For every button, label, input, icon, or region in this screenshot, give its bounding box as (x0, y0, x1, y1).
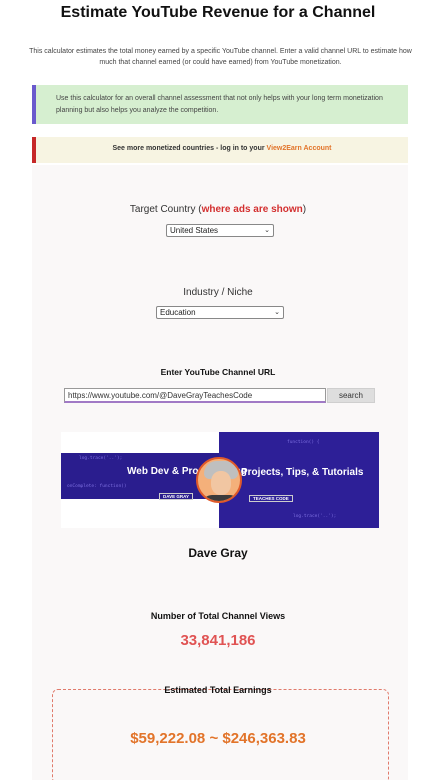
channel-name: Dave Gray (188, 546, 248, 560)
earnings-value: $59,222.08 ~ $246,363.83 (130, 730, 306, 747)
banner-left-tag: DAVE GRAY (159, 493, 194, 500)
chevron-down-icon: ⌄ (274, 309, 280, 316)
industry-niche-label: Industry / Niche (183, 287, 253, 298)
login-note: See more monetized countries - log in to… (32, 137, 408, 163)
tip-note: Use this calculator for an overall chann… (32, 85, 408, 124)
intro-text: This calculator estimates the total mone… (29, 48, 412, 66)
page-title: Estimate YouTube Revenue for a Channel (60, 4, 376, 21)
niche-select[interactable]: Education ⌄ (156, 306, 284, 319)
target-country-label: Target Country (where ads are shown) (129, 204, 307, 215)
channel-url-label: Enter YouTube Channel URL (160, 367, 276, 377)
search-button[interactable]: search (327, 388, 375, 403)
earnings-label: Estimated Total Earnings (164, 685, 272, 695)
views-label: Number of Total Channel Views (150, 611, 286, 621)
channel-avatar (196, 457, 242, 503)
banner-right-tag: TEACHES CODE (249, 495, 293, 502)
views-value: 33,841,186 (180, 632, 256, 649)
channel-url-input[interactable] (64, 388, 326, 403)
channel-banner: log.trace('..'); onComplete: function() … (61, 432, 379, 528)
chevron-down-icon: ⌄ (264, 227, 270, 234)
view2earn-account-link[interactable]: View2Earn Account (267, 145, 332, 152)
login-note-text: See more monetized countries - log in to… (112, 145, 267, 152)
country-select[interactable]: United States ⌄ (166, 224, 274, 237)
banner-right-text: Projects, Tips, & Tutorials (241, 467, 364, 478)
